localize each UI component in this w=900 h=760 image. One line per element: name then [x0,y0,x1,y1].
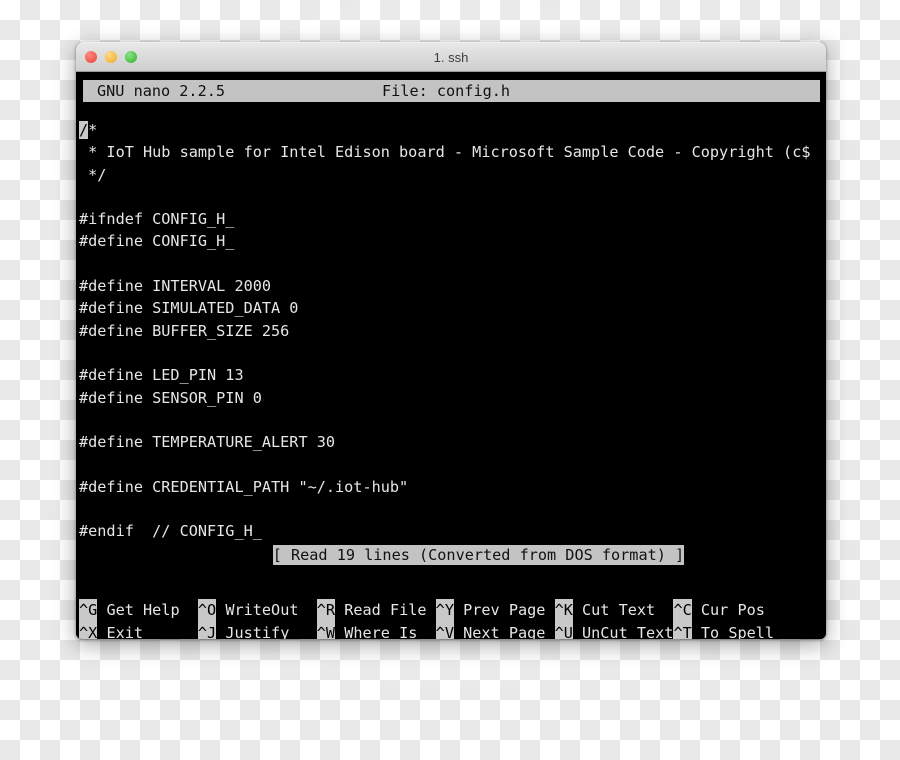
shortcut-label: Prev Page [453,601,555,620]
nano-version-label: GNU nano 2.2.5 [97,81,226,100]
text-cursor: / [79,121,89,139]
code-text: #define INTERVAL 2000 [79,277,272,296]
shortcut-item[interactable]: ^T To Spell [673,621,775,639]
code-text: #define SENSOR_PIN 0 [79,388,262,407]
shortcut-label: To Spell [691,623,775,639]
code-line: #define TEMPERATURE_ALERT 30 [79,431,820,453]
shortcut-key: ^G [79,599,98,622]
window-title: 1. ssh [433,49,469,65]
shortcut-key: ^Y [435,599,454,622]
shortcut-key: ^O [197,599,217,622]
terminal-screen[interactable]: GNU nano 2.2.5 File: config.h /* * IoT H… [76,80,826,639]
code-line: #define CONFIG_H_ [79,230,820,252]
code-text: #define CREDENTIAL_PATH "~/.iot-hub" [79,477,409,496]
status-badge: [ Read 19 lines (Converted from DOS form… [272,545,685,566]
code-line: * IoT Hub sample for Intel Edison board … [79,141,820,163]
shortcut-item[interactable]: ^J Justify [197,621,317,639]
code-line: #define INTERVAL 2000 [79,275,820,297]
code-text: */ [79,165,107,184]
shortcut-label: UnCut Text [572,623,674,639]
code-text: * IoT Hub sample for Intel Edison board … [79,143,811,162]
zoom-icon[interactable] [125,51,137,63]
shortcut-key: ^R [316,599,336,622]
shortcut-key: ^J [197,621,217,639]
shortcut-item[interactable]: ^U UnCut Text [554,621,674,639]
code-line: #define SENSOR_PIN 0 [79,387,820,409]
shortcut-label: Get Help [97,601,198,620]
code-text: #define LED_PIN 13 [79,366,244,385]
code-text: #define SIMULATED_DATA 0 [79,299,299,318]
code-text: #ifndef CONFIG_H_ [79,210,235,229]
shortcut-label: WriteOut [216,601,317,620]
code-text: * [88,121,98,139]
window-titlebar[interactable]: 1. ssh [76,42,826,72]
nano-file-label: File: config.h [382,81,511,100]
shortcut-key: ^W [316,621,336,639]
code-line: /* [79,119,820,141]
code-text: #define CONFIG_H_ [79,232,235,251]
nano-shortcut-bar: ^G Get Help ^O WriteOut ^R Read File ^Y … [76,599,826,639]
code-text: #define BUFFER_SIZE 256 [79,321,290,340]
shortcut-label: Next Page [453,623,555,639]
code-line: #define SIMULATED_DATA 0 [79,297,820,319]
shortcut-row-2: ^X Exit ^J Justify ^W Where Is ^V Next P… [79,621,826,639]
shortcut-label: Read File [335,601,436,620]
nano-header-bar: GNU nano 2.2.5 File: config.h [83,80,820,102]
shortcut-label: Justify [216,623,317,639]
nano-status-message-row: [ Read 19 lines (Converted from DOS form… [76,522,826,589]
shortcut-label: Cut Text [572,601,674,620]
shortcut-label: Where Is [335,623,436,639]
shortcut-item[interactable]: ^R Read File [316,599,436,622]
shortcut-key: ^K [554,599,573,622]
shortcut-key: ^X [79,621,98,639]
shortcut-item[interactable]: ^C Cur Pos [673,599,765,622]
code-text: #define TEMPERATURE_ALERT 30 [79,433,336,452]
shortcut-key: ^U [554,621,573,639]
shortcut-item[interactable]: ^Y Prev Page [435,599,555,622]
shortcut-item[interactable]: ^G Get Help [79,599,198,622]
shortcut-item[interactable]: ^X Exit [79,621,198,639]
shortcut-label: Exit [97,623,198,639]
terminal-window[interactable]: 1. ssh GNU nano 2.2.5 File: config.h /* … [76,42,826,639]
shortcut-label: Cur Pos [691,601,765,620]
shortcut-item[interactable]: ^V Next Page [435,621,555,639]
code-line: #ifndef CONFIG_H_ [79,208,820,230]
shortcut-key: ^T [673,621,692,639]
minimize-icon[interactable] [105,51,117,63]
traffic-light-group [76,51,137,63]
shortcut-item[interactable]: ^O WriteOut [197,599,317,622]
shortcut-key: ^V [435,621,454,639]
code-line: #define LED_PIN 13 [79,364,820,386]
shortcut-row-1: ^G Get Help ^O WriteOut ^R Read File ^Y … [79,599,826,622]
code-line: #define BUFFER_SIZE 256 [79,320,820,342]
shortcut-key: ^C [673,599,692,622]
nano-editor-buffer[interactable]: /* * IoT Hub sample for Intel Edison boa… [76,102,826,543]
code-line: */ [79,164,820,186]
close-icon[interactable] [85,51,97,63]
code-line: #define CREDENTIAL_PATH "~/.iot-hub" [79,476,820,498]
shortcut-item[interactable]: ^W Where Is [316,621,436,639]
shortcut-item[interactable]: ^K Cut Text [554,599,674,622]
